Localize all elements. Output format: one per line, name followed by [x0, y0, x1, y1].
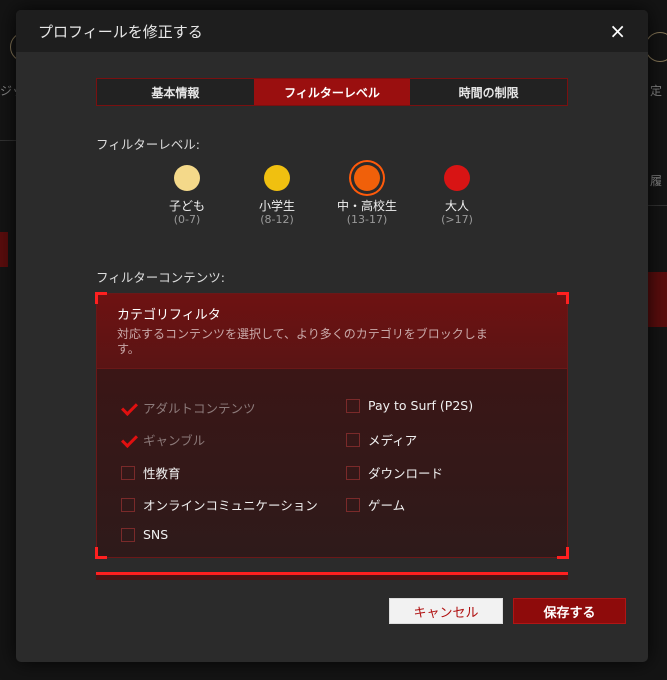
checkbox-label: Pay to Surf (P2S) [368, 398, 474, 413]
category-filter-title: カテゴリフィルタ [117, 308, 221, 323]
tab-bar: 基本情報 フィルターレベル 時間の制限 [96, 78, 568, 106]
level-name: 小学生 [258, 199, 295, 213]
level-adult-dot [444, 165, 470, 191]
level-name: 大人 [444, 199, 469, 213]
checkbox-label: ギャンブル [143, 433, 206, 448]
level-range: (0-7) [173, 213, 201, 226]
cancel-button[interactable]: キャンセル [389, 598, 503, 624]
tab-filter-level[interactable]: フィルターレベル [253, 79, 411, 105]
background-circle-right [645, 32, 667, 62]
category-filter-panel: カテゴリフィルタ 対応するコンテンツを選択して、より多くのカテゴリをブロックしま… [95, 292, 569, 559]
checkbox-box [121, 497, 135, 512]
next-panel-edge [96, 572, 568, 580]
filter-content-label: フィルターコンテンツ: [96, 270, 225, 285]
level-teen[interactable]: 中・高校生 (13-17) [327, 165, 407, 226]
background-red-bar-right [648, 272, 667, 327]
checkbox-box [121, 527, 135, 542]
checkbox-label: メディア [368, 433, 418, 448]
checkbox-label: 性教育 [143, 466, 181, 481]
save-button[interactable]: 保存する [513, 598, 626, 624]
level-name: 子ども [168, 199, 205, 213]
checkbox-game[interactable]: ゲーム [346, 495, 405, 514]
checkbox-label: オンラインコミュニケーション [143, 498, 318, 513]
panel-corner [95, 547, 107, 559]
level-elementary-dot [264, 165, 290, 191]
dialog-header: プロフィールを修正する × [16, 10, 648, 52]
checkbox-adult-content[interactable]: アダルトコンテンツ [121, 398, 256, 417]
checkbox-box [346, 497, 360, 512]
panel-corner [557, 547, 569, 559]
checkbox-box [121, 465, 135, 480]
checkbox-media[interactable]: メディア [346, 430, 417, 449]
checkmark-icon [121, 433, 135, 447]
checkbox-pay-to-surf[interactable]: Pay to Surf (P2S) [346, 398, 473, 413]
filter-level-selector: 子ども (0-7) 小学生 (8-12) 中・高校生 (13-17) 大人 (>… [166, 165, 486, 235]
level-adult[interactable]: 大人 (>17) [417, 165, 497, 226]
level-range: (13-17) [346, 213, 388, 226]
filter-level-label: フィルターレベル: [96, 137, 200, 152]
checkbox-label: ダウンロード [368, 466, 444, 481]
tab-basic-info[interactable]: 基本情報 [97, 79, 254, 105]
level-elementary[interactable]: 小学生 (8-12) [237, 165, 317, 226]
checkbox-sex-education[interactable]: 性教育 [121, 463, 181, 482]
background-red-bar-left [0, 232, 8, 267]
background-divider-1 [0, 140, 16, 141]
dialog-title: プロフィールを修正する [38, 22, 203, 41]
description-line-1: 対応するコンテンツを選択して、より多くのカテゴリをブロックしま [117, 327, 488, 341]
checkbox-gambling[interactable]: ギャンブル [121, 430, 205, 449]
background-text-right-2: 履 [650, 174, 663, 188]
close-icon[interactable]: × [609, 21, 626, 41]
level-range: (8-12) [260, 213, 294, 226]
background-divider-2 [648, 205, 667, 206]
level-range: (>17) [441, 213, 473, 226]
checkbox-box [346, 398, 360, 413]
tab-time-limit[interactable]: 時間の制限 [410, 79, 567, 105]
level-child-dot [174, 165, 200, 191]
checkbox-box [346, 465, 360, 480]
checkbox-label: ゲーム [368, 498, 406, 513]
level-teen-dot [354, 165, 380, 191]
panel-corner [557, 292, 569, 304]
checkbox-download[interactable]: ダウンロード [346, 463, 443, 482]
checkmark-icon [121, 401, 135, 415]
panel-corner [95, 292, 107, 304]
description-line-2: す。 [117, 342, 140, 356]
edit-profile-dialog: プロフィールを修正する × 基本情報 フィルターレベル 時間の制限 フィルターレ… [16, 10, 648, 662]
checkbox-box [346, 432, 360, 447]
category-filter-header: カテゴリフィルタ 対応するコンテンツを選択して、より多くのカテゴリをブロックしま… [97, 294, 567, 369]
background-text-right-1: 定 [650, 84, 663, 98]
checkbox-sns[interactable]: SNS [121, 527, 168, 542]
level-child[interactable]: 子ども (0-7) [147, 165, 227, 226]
level-name: 中・高校生 [336, 199, 397, 213]
checkbox-label: SNS [143, 527, 169, 542]
category-filter-description: 対応するコンテンツを選択して、より多くのカテゴリをブロックしま す。 [117, 327, 547, 357]
checkbox-label: アダルトコンテンツ [143, 401, 256, 416]
checkbox-online-communication[interactable]: オンラインコミュニケーション [121, 495, 318, 514]
